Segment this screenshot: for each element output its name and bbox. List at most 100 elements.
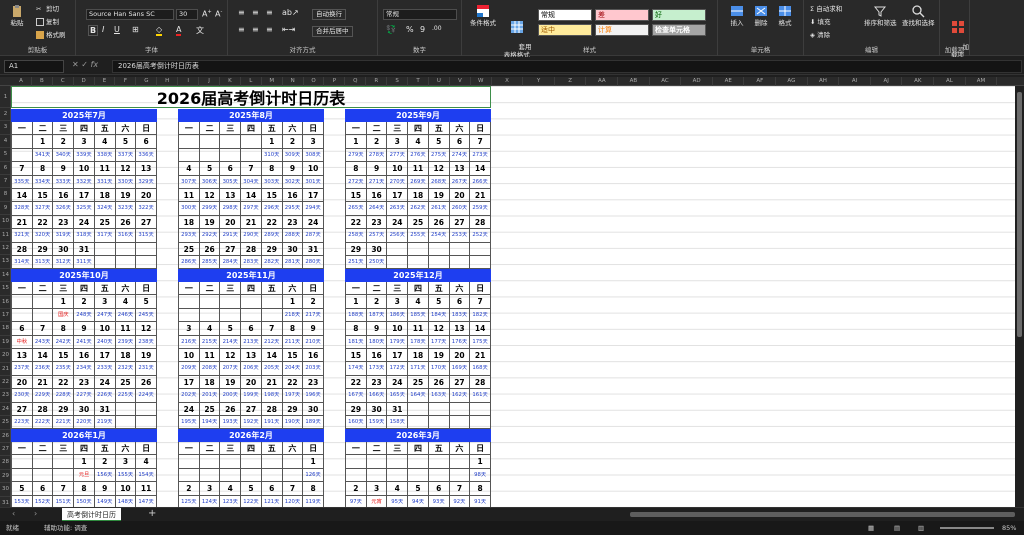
day-number-cell[interactable] — [199, 295, 221, 309]
border-icon[interactable]: ⊞ — [132, 25, 139, 34]
countdown-cell[interactable]: 158天 — [387, 415, 409, 430]
countdown-cell[interactable] — [12, 308, 33, 323]
weekday-cell[interactable]: 六 — [449, 122, 471, 136]
countdown-cell[interactable]: 165天 — [387, 389, 409, 403]
day-number-cell[interactable]: 3 — [115, 455, 137, 469]
countdown-cell[interactable]: 266天 — [470, 175, 491, 189]
countdown-cell[interactable]: 247天 — [94, 308, 116, 323]
style-bad[interactable]: 差 — [595, 9, 649, 21]
weekday-cell[interactable]: 一 — [346, 282, 367, 296]
countdown-cell[interactable]: 122天 — [241, 495, 262, 507]
day-number-cell[interactable]: 5 — [220, 322, 242, 336]
day-number-cell[interactable] — [32, 295, 54, 309]
day-number-cell[interactable]: 5 — [199, 162, 221, 176]
countdown-cell[interactable]: 193天 — [220, 415, 242, 430]
row-header-cell[interactable]: 27 — [0, 443, 10, 457]
countdown-cell[interactable]: 240天 — [94, 335, 116, 349]
weekday-cell[interactable]: 六 — [282, 122, 304, 136]
day-number-cell[interactable]: 27 — [136, 215, 157, 230]
day-number-cell[interactable]: 4 — [408, 295, 429, 309]
day-number-cell[interactable]: 31 — [94, 402, 116, 416]
day-number-cell[interactable] — [220, 135, 242, 149]
find-select-button[interactable]: 查找和选择 — [902, 4, 935, 27]
countdown-cell[interactable]: 317天 — [94, 229, 116, 243]
day-number-cell[interactable]: 13 — [220, 188, 242, 203]
day-number-cell[interactable] — [408, 402, 429, 416]
weekday-cell[interactable]: 三 — [387, 122, 409, 136]
weekday-cell[interactable]: 三 — [53, 122, 75, 136]
row-header-cell[interactable]: 19 — [0, 336, 10, 350]
column-header-cell[interactable]: J — [199, 77, 220, 86]
day-number-cell[interactable]: 13 — [449, 322, 471, 336]
day-number-cell[interactable]: 11 — [408, 162, 429, 176]
day-number-cell[interactable]: 28 — [241, 242, 262, 256]
month-header[interactable]: 2025年12月 — [345, 269, 491, 282]
countdown-cell[interactable]: 176天 — [449, 335, 471, 349]
countdown-cell[interactable] — [428, 415, 450, 430]
day-number-cell[interactable]: 6 — [136, 135, 157, 149]
day-number-cell[interactable]: 12 — [220, 348, 242, 363]
font-name-dropdown[interactable]: Source Han Sans SC — [86, 9, 174, 20]
countdown-cell[interactable] — [199, 148, 221, 163]
weekday-cell[interactable]: 三 — [387, 282, 409, 296]
countdown-cell[interactable]: 190天 — [282, 415, 304, 430]
countdown-cell[interactable]: 202天 — [179, 389, 200, 403]
countdown-cell[interactable]: 308天 — [303, 148, 324, 163]
countdown-cell[interactable] — [199, 468, 221, 483]
day-number-cell[interactable] — [32, 455, 54, 469]
align-right-icon[interactable]: ≡ — [266, 25, 273, 34]
countdown-cell[interactable]: 315天 — [136, 229, 157, 243]
day-number-cell[interactable]: 21 — [470, 188, 491, 203]
countdown-cell[interactable]: 258天 — [346, 229, 367, 243]
weekday-cell[interactable]: 日 — [470, 282, 491, 296]
countdown-cell[interactable]: 151天 — [53, 495, 75, 507]
day-number-cell[interactable]: 9 — [53, 162, 75, 176]
day-number-cell[interactable]: 6 — [241, 322, 262, 336]
day-number-cell[interactable]: 3 — [74, 135, 95, 149]
zoom-slider[interactable] — [940, 527, 994, 529]
comma-icon[interactable]: 9 — [420, 25, 425, 34]
countdown-cell[interactable]: 336天 — [136, 148, 157, 163]
align-middle-icon[interactable]: ≡ — [252, 8, 259, 17]
day-number-cell[interactable] — [179, 295, 200, 309]
row-header-cell[interactable]: 18 — [0, 322, 10, 336]
day-number-cell[interactable] — [241, 135, 262, 149]
countdown-cell[interactable]: 252天 — [470, 229, 491, 243]
day-number-cell[interactable]: 30 — [366, 242, 388, 256]
day-number-cell[interactable] — [136, 242, 157, 256]
day-number-cell[interactable]: 3 — [199, 482, 221, 496]
day-number-cell[interactable]: 17 — [387, 188, 409, 203]
countdown-cell[interactable]: 309天 — [282, 148, 304, 163]
countdown-cell[interactable] — [12, 468, 33, 483]
countdown-cell[interactable] — [115, 255, 137, 270]
day-number-cell[interactable]: 26 — [199, 242, 221, 256]
countdown-cell[interactable] — [261, 308, 283, 323]
column-header-cell[interactable]: AJ — [871, 77, 903, 86]
countdown-cell[interactable]: 186天 — [387, 308, 409, 323]
day-number-cell[interactable] — [115, 402, 137, 416]
day-number-cell[interactable] — [241, 455, 262, 469]
countdown-cell[interactable]: 188天 — [346, 308, 367, 323]
wrap-text-button[interactable]: 自动换行 — [312, 9, 346, 20]
column-header-cell[interactable]: E — [95, 77, 116, 86]
day-number-cell[interactable]: 15 — [32, 188, 54, 203]
column-header-cell[interactable]: AL — [934, 77, 966, 86]
day-number-cell[interactable]: 4 — [136, 455, 157, 469]
day-number-cell[interactable]: 30 — [366, 402, 388, 416]
day-number-cell[interactable]: 29 — [346, 402, 367, 416]
currency-icon[interactable]: 💱 — [386, 25, 396, 34]
day-number-cell[interactable]: 25 — [179, 242, 200, 256]
weekday-cell[interactable]: 一 — [12, 442, 33, 456]
day-number-cell[interactable]: 6 — [220, 162, 242, 176]
day-number-cell[interactable]: 13 — [449, 162, 471, 176]
countdown-cell[interactable]: 159天 — [366, 415, 388, 430]
sheet-tab[interactable]: 高考倒计时日历 — [62, 508, 121, 522]
countdown-cell[interactable]: 298天 — [220, 202, 242, 216]
day-number-cell[interactable] — [261, 455, 283, 469]
countdown-cell[interactable]: 251天 — [346, 255, 367, 270]
countdown-cell[interactable]: 214天 — [220, 335, 242, 349]
countdown-cell[interactable] — [428, 255, 450, 270]
month-header[interactable]: 2025年8月 — [178, 109, 324, 122]
countdown-cell[interactable]: 173天 — [366, 362, 388, 376]
countdown-cell[interactable]: 238天 — [136, 335, 157, 349]
